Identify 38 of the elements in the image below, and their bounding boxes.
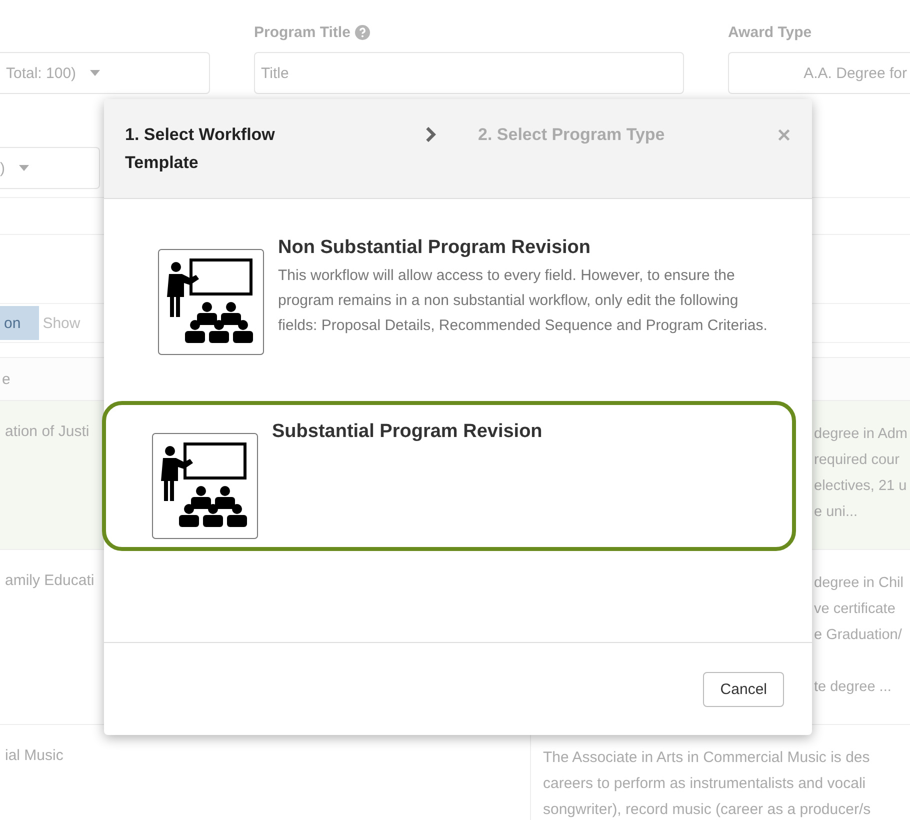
- select-value: Total: 100): [6, 64, 76, 82]
- field-label: Award Type: [728, 24, 812, 40]
- input-field[interactable]: A.A. Degree for: [728, 52, 910, 94]
- table-cell: amily Educati: [5, 572, 94, 589]
- teacher-class-icon: [152, 433, 258, 539]
- input-field[interactable]: Title: [254, 52, 684, 94]
- workflow-option[interactable]: Substantial Program Revision: [102, 401, 796, 551]
- table-cell-text: degree in Chil: [814, 575, 904, 591]
- select-field[interactable]: Total: 100): [0, 52, 210, 94]
- table-cell: ial Music: [5, 747, 64, 764]
- table-cell: ation of Justi: [5, 423, 90, 440]
- wizard-step: 2. Select Program Type: [478, 121, 665, 149]
- table-cell-text: careers to perform as instrumentalists and vocali: [543, 775, 866, 792]
- teacher-class-icon: [158, 249, 264, 355]
- select-field[interactable]: ): [0, 147, 100, 189]
- column-header: e: [2, 370, 10, 388]
- wizard-step: 1. Select Workflow Template: [125, 121, 325, 177]
- table-cell-text: e uni...: [814, 504, 858, 520]
- view-tab[interactable]: on: [0, 306, 39, 340]
- table-cell-text: degree in Adm: [814, 426, 908, 442]
- close-icon[interactable]: [778, 129, 790, 141]
- help-icon[interactable]: [355, 24, 370, 40]
- table-cell-text: The Associate in Arts in Commercial Music is des: [543, 749, 870, 766]
- caret-icon: [19, 165, 29, 171]
- table-cell-text: e Graduation/: [814, 627, 902, 643]
- option-description: This workflow will allow access to every field. However, to ensure the program remains in a non substantial workflow, only edit the following fields: Proposal Details, Recommended Sequence and Program Criterias.: [278, 266, 768, 336]
- caret-icon: [90, 70, 100, 76]
- chevron-icon: [425, 127, 436, 142]
- select-value: ): [0, 160, 5, 176]
- table-cell-text: electives, 21 u: [814, 478, 907, 494]
- table-cell-text: ve certificate: [814, 601, 896, 617]
- option-title: Non Substantial Program Revision: [278, 237, 592, 259]
- table-cell-text: te degree ...: [814, 679, 892, 695]
- option-title: Substantial Program Revision: [272, 421, 542, 443]
- table-cell-text: required cour: [814, 452, 900, 468]
- field-label: Program Title: [254, 24, 350, 40]
- table-cell-text: songwriter), record music (career as a producer/s: [543, 801, 871, 818]
- cancel-button[interactable]: Cancel: [703, 672, 784, 706]
